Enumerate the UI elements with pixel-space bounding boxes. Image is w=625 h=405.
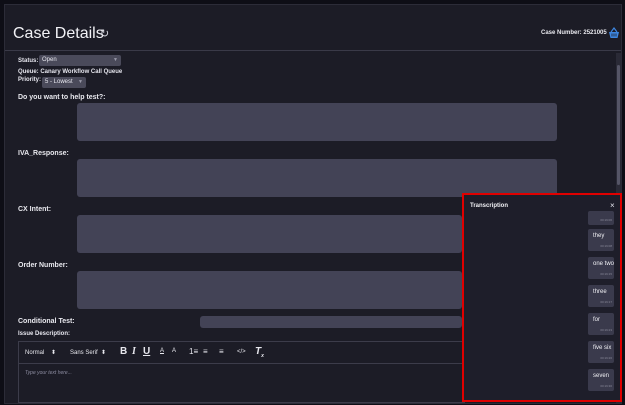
iva-response-textarea[interactable] [77, 159, 557, 197]
refresh-icon[interactable]: ↻ [100, 27, 109, 40]
scrollbar-thumb[interactable] [617, 65, 620, 185]
case-number-value: 2521005 [583, 30, 607, 36]
header-select[interactable]: Normal ⬍ [25, 349, 56, 356]
basket-icon[interactable] [608, 27, 620, 39]
queue-value: Canary Workflow Call Queue [40, 69, 123, 75]
editor-placeholder: Type your text here... [25, 370, 72, 376]
transcript-message: for 00:19:23 [588, 313, 614, 335]
message-time: 00:19:30 [600, 384, 612, 388]
queue-label: Queue: Canary Workflow Call Queue [18, 69, 122, 75]
priority-label: Priority: [18, 77, 42, 83]
message-time: 00:19:17 [600, 300, 612, 304]
iva-response-label: IVA_Response: [18, 150, 69, 157]
message-text: three [593, 289, 607, 295]
transcription-panel: Transcription × 00:19:06 they 00:19:08 o… [462, 193, 622, 402]
bold-button[interactable]: B [120, 346, 127, 357]
header-select-value: Normal [25, 350, 45, 356]
order-number-textarea[interactable] [77, 271, 462, 309]
italic-button[interactable]: I [132, 346, 136, 357]
message-time: 00:19:15 [600, 272, 612, 276]
transcript-message: 00:19:06 [588, 211, 614, 225]
case-number-label: Case Number: [541, 30, 582, 36]
transcript-message: seven 00:19:30 [588, 369, 614, 391]
cx-intent-textarea[interactable] [77, 215, 462, 253]
message-time: 00:19:08 [600, 244, 612, 248]
message-time: 00:19:26 [600, 356, 612, 360]
status-select[interactable]: Open ▼ [39, 55, 121, 66]
message-time: 00:19:06 [600, 218, 612, 222]
status-label: Status: [18, 58, 39, 64]
transcript-message: one two 00:19:15 [588, 257, 614, 279]
clear-format-icon[interactable]: Tx [255, 346, 264, 359]
code-icon[interactable]: </> [237, 349, 246, 355]
queue-label-text: Queue: [18, 69, 39, 75]
font-select-value: Sans Serif [70, 350, 98, 356]
font-color-icon[interactable]: A [160, 348, 164, 354]
ordered-list-icon[interactable]: 1≡ [189, 347, 198, 356]
message-time: 00:19:23 [600, 328, 612, 332]
chevron-down-icon: ▼ [78, 79, 83, 85]
clear-format-sub: x [261, 353, 264, 359]
align-icon[interactable]: ≡ [219, 347, 224, 356]
chevron-down-icon: ▼ [113, 57, 118, 63]
issue-description-label: Issue Description: [18, 331, 71, 337]
conditional-test-input[interactable] [200, 316, 462, 328]
message-text: they [593, 233, 605, 239]
transcript-message: they 00:19:08 [588, 229, 614, 251]
highlight-icon[interactable]: A [172, 348, 176, 354]
transcript-message: five six 00:19:26 [588, 341, 614, 363]
transcript-message: three 00:19:17 [588, 285, 614, 307]
message-text: seven [593, 373, 610, 379]
cx-intent-label: CX Intent: [18, 206, 52, 213]
status-value: Open [42, 57, 57, 63]
conditional-test-label: Conditional Test: [18, 318, 75, 325]
underline-button[interactable]: U [143, 346, 150, 357]
header: Case Details ↻ Case Number: 2521005 [5, 5, 621, 51]
message-text: one two [593, 261, 615, 267]
transcription-title: Transcription [470, 203, 509, 209]
order-number-label: Order Number: [18, 262, 68, 269]
issue-description-editor[interactable]: Type your text here... [18, 363, 465, 403]
page-title: Case Details [13, 25, 104, 42]
bullet-list-icon[interactable]: ≡ [203, 347, 208, 356]
close-icon[interactable]: × [610, 201, 615, 210]
message-text: five six [593, 345, 612, 351]
case-number: Case Number: 2521005 [541, 30, 607, 36]
priority-value: 5 - Lowest [45, 79, 73, 85]
message-text: for [593, 317, 601, 323]
help-test-label: Do you want to help test?: [18, 94, 106, 101]
help-test-textarea[interactable] [77, 103, 557, 141]
editor-toolbar: Normal ⬍ Sans Serif ⬍ B I U A A 1≡ ≡ ≡ <… [18, 341, 465, 364]
font-select[interactable]: Sans Serif ⬍ [70, 349, 106, 356]
priority-select[interactable]: 5 - Lowest ▼ [42, 77, 86, 88]
